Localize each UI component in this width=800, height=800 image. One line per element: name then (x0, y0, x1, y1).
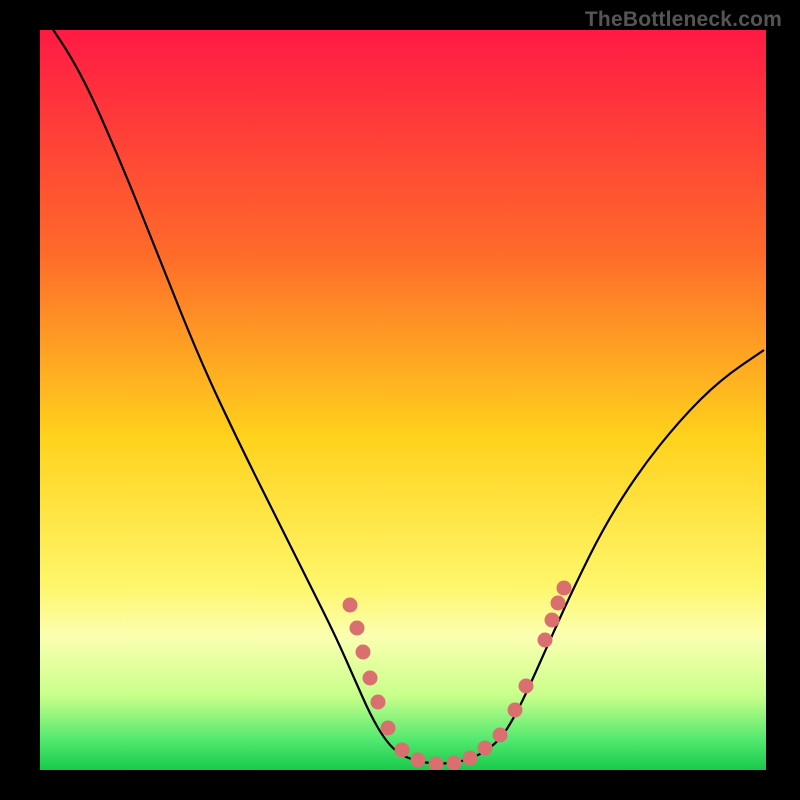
curve-marker (493, 728, 508, 743)
curve-marker (429, 757, 444, 772)
plot-background-gradient (40, 30, 766, 770)
curve-marker (371, 695, 386, 710)
curve-marker (447, 756, 462, 771)
curve-marker (478, 741, 493, 756)
curve-marker (356, 645, 371, 660)
curve-marker (363, 671, 378, 686)
curve-marker (381, 721, 396, 736)
curve-marker (519, 679, 534, 694)
curve-marker (411, 753, 426, 768)
curve-marker (538, 633, 553, 648)
chart-svg (0, 0, 800, 800)
curve-marker (551, 596, 566, 611)
bottleneck-chart (0, 0, 800, 800)
curve-marker (463, 751, 478, 766)
curve-marker (508, 703, 523, 718)
curve-marker (557, 581, 572, 596)
curve-marker (545, 613, 560, 628)
curve-marker (350, 621, 365, 636)
curve-marker (395, 743, 410, 758)
curve-marker (343, 598, 358, 613)
watermark-text: TheBottleneck.com (585, 8, 782, 32)
